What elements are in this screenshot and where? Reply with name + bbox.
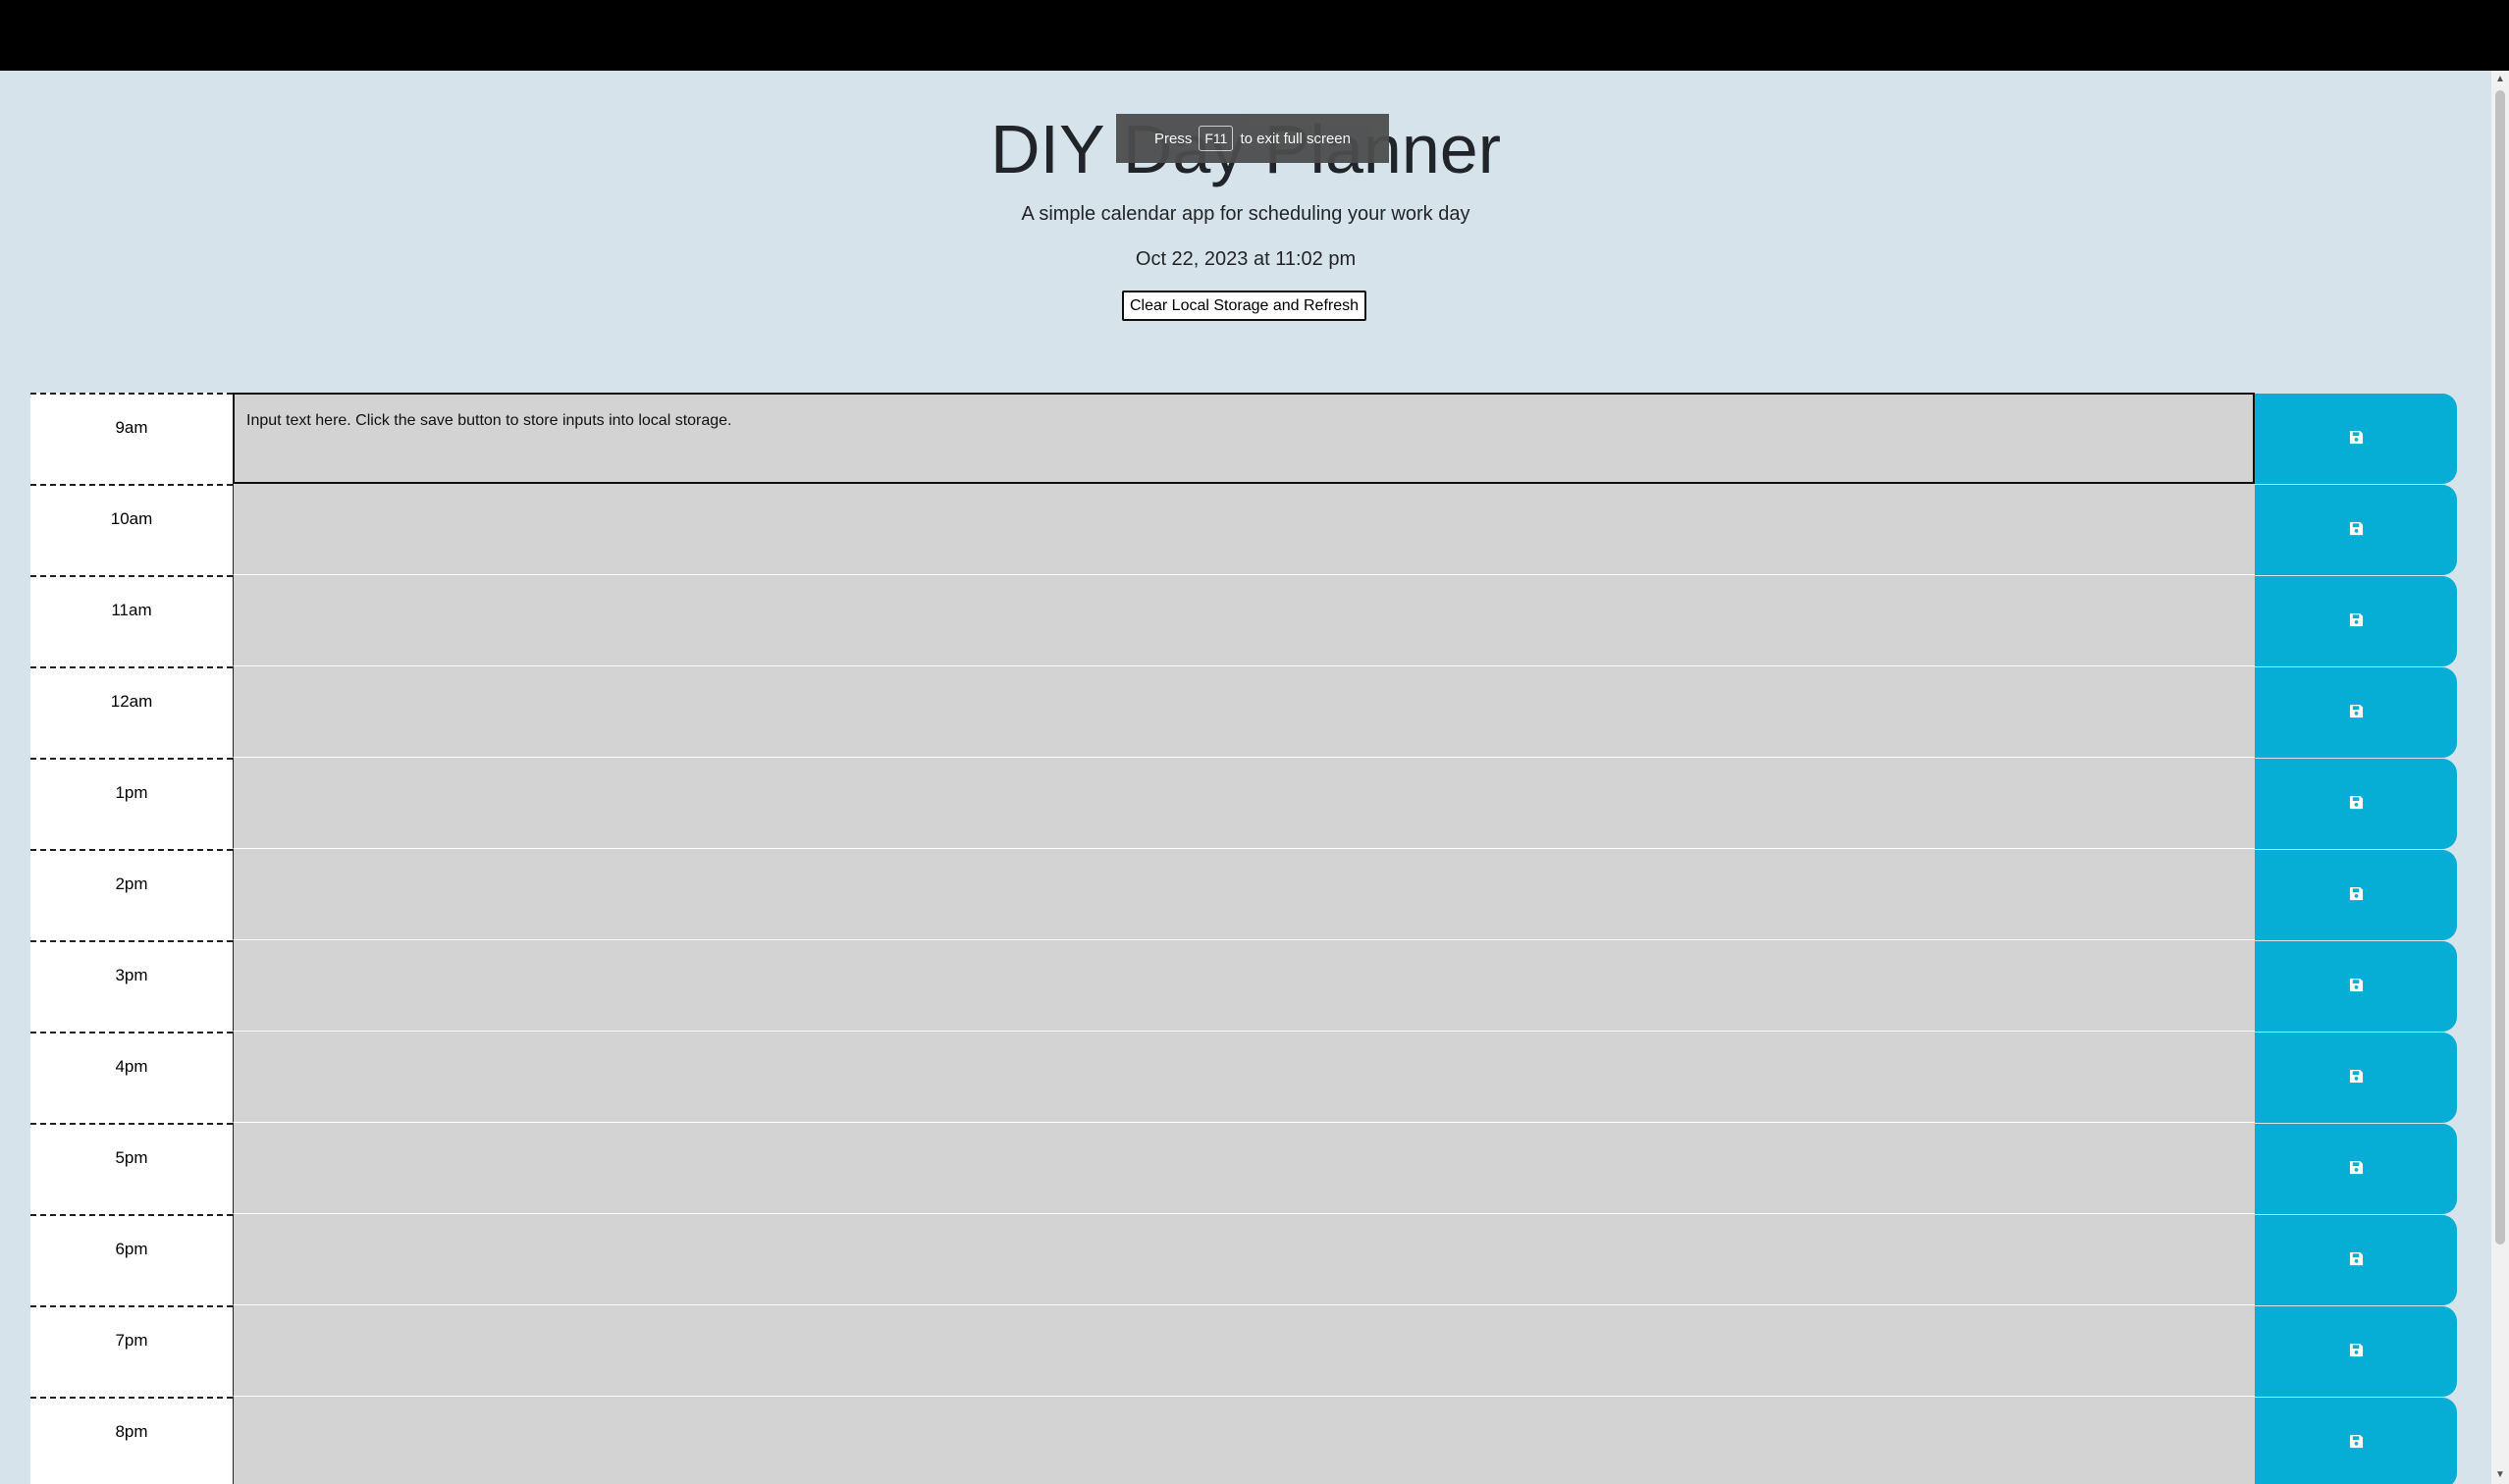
clear-storage-button[interactable]: Clear Local Storage and Refresh: [1122, 291, 1366, 321]
save-button[interactable]: [2255, 941, 2457, 1032]
save-button[interactable]: [2255, 759, 2457, 849]
time-block-row: 12am: [30, 666, 2457, 758]
description-input[interactable]: [233, 940, 2255, 1032]
toast-text-before: Press: [1154, 130, 1193, 147]
floppy-disk-icon: [2349, 1251, 2364, 1269]
toast-key: F11: [1199, 126, 1234, 151]
time-block-row: 7pm: [30, 1305, 2457, 1397]
hour-label: 1pm: [30, 758, 233, 849]
save-button[interactable]: [2255, 1398, 2457, 1484]
description-input[interactable]: [233, 1305, 2255, 1397]
hour-label: 12am: [30, 666, 233, 758]
time-block-row: 2pm: [30, 849, 2457, 940]
floppy-disk-icon: [2349, 978, 2364, 995]
hour-label: 4pm: [30, 1032, 233, 1123]
time-block-row: 5pm: [30, 1123, 2457, 1214]
fullscreen-toast: Press F11 to exit full screen: [1116, 114, 1389, 163]
description-input[interactable]: [233, 1032, 2255, 1123]
save-button[interactable]: [2255, 1124, 2457, 1214]
description-input[interactable]: [233, 666, 2255, 758]
floppy-disk-icon: [2349, 1069, 2364, 1086]
save-button[interactable]: [2255, 485, 2457, 575]
hour-label: 2pm: [30, 849, 233, 940]
description-input[interactable]: [233, 484, 2255, 575]
time-block-row: 9am: [30, 393, 2457, 484]
time-block-row: 8pm: [30, 1397, 2457, 1484]
time-block-row: 3pm: [30, 940, 2457, 1032]
description-input[interactable]: [233, 758, 2255, 849]
page-subtitle: A simple calendar app for scheduling you…: [1021, 203, 1470, 225]
scroll-down-arrow-icon[interactable]: ▼: [2491, 1466, 2509, 1484]
description-input[interactable]: [233, 1214, 2255, 1305]
time-block-row: 11am: [30, 575, 2457, 666]
save-button[interactable]: [2255, 667, 2457, 758]
hour-label: 5pm: [30, 1123, 233, 1214]
floppy-disk-icon: [2349, 1160, 2364, 1178]
time-block-row: 10am: [30, 484, 2457, 575]
hour-label: 10am: [30, 484, 233, 575]
scroll-up-arrow-icon[interactable]: ▲: [2491, 71, 2509, 88]
hour-label: 7pm: [30, 1305, 233, 1397]
scroll-thumb[interactable]: [2495, 90, 2505, 1245]
page: DIY Day Planner A simple calendar app fo…: [0, 71, 2491, 1484]
time-block-row: 1pm: [30, 758, 2457, 849]
description-input[interactable]: [233, 575, 2255, 666]
hour-label: 11am: [30, 575, 233, 666]
floppy-disk-icon: [2349, 886, 2364, 904]
hour-label: 8pm: [30, 1397, 233, 1484]
time-block-row: 6pm: [30, 1214, 2457, 1305]
save-button[interactable]: [2255, 1215, 2457, 1305]
hour-label: 6pm: [30, 1214, 233, 1305]
current-date: Oct 22, 2023 at 11:02 pm: [1135, 248, 1357, 270]
vertical-scrollbar[interactable]: ▲ ▼: [2491, 71, 2509, 1484]
save-button[interactable]: [2255, 576, 2457, 666]
save-button[interactable]: [2255, 394, 2457, 484]
hour-label: 3pm: [30, 940, 233, 1032]
floppy-disk-icon: [2349, 704, 2364, 721]
floppy-disk-icon: [2349, 795, 2364, 813]
description-input[interactable]: [233, 849, 2255, 940]
hour-label: 9am: [30, 393, 233, 484]
toast-text-after: to exit full screen: [1240, 130, 1351, 147]
browser-top-bar: [0, 0, 2509, 71]
description-input[interactable]: [233, 393, 2255, 484]
description-input[interactable]: [233, 1123, 2255, 1214]
save-button[interactable]: [2255, 1033, 2457, 1123]
time-block-row: 4pm: [30, 1032, 2457, 1123]
planner: 9am 10am 11am 12am 1pm 2pm: [30, 393, 2457, 1484]
save-button[interactable]: [2255, 850, 2457, 940]
floppy-disk-icon: [2349, 1434, 2364, 1452]
floppy-disk-icon: [2349, 430, 2364, 448]
floppy-disk-icon: [2349, 612, 2364, 630]
description-input[interactable]: [233, 1397, 2255, 1484]
floppy-disk-icon: [2349, 1343, 2364, 1360]
save-button[interactable]: [2255, 1306, 2457, 1397]
floppy-disk-icon: [2349, 521, 2364, 539]
